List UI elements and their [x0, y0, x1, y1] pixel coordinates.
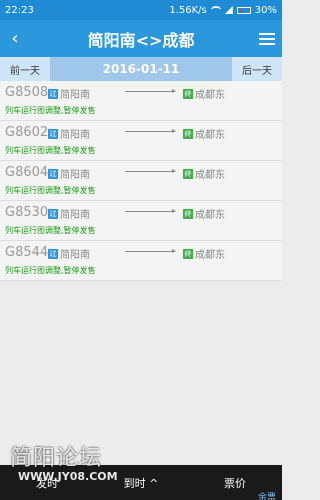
battery-icon [236, 6, 251, 14]
pass-badge: 过 [48, 168, 58, 179]
pass-badge: 过 [48, 208, 58, 219]
battery-percent: 30% [254, 4, 277, 16]
page-title: 简阳南<>成都 [87, 30, 195, 50]
status-bar: 22:23 1.56K/s 30% [0, 0, 282, 20]
from-station-name: 简阳南 [60, 250, 90, 261]
pass-badge: 过 [48, 128, 58, 139]
arrow-icon [125, 209, 176, 213]
from-station: 过 简阳南 [48, 86, 90, 101]
terminal-badge: 终 [183, 168, 193, 179]
next-day-button[interactable]: 后一天 [232, 57, 282, 81]
sale-notice: 列车运行图调整,暂停发售 [5, 266, 96, 275]
to-station: 终 成都东 [183, 246, 225, 261]
sale-notice: 列车运行图调整,暂停发售 [5, 226, 96, 235]
from-station-name: 简阳南 [60, 210, 90, 221]
to-station-name: 成都东 [195, 130, 225, 141]
terminal-badge: 终 [183, 88, 193, 99]
to-station-name: 成都东 [195, 170, 225, 181]
to-station: 终 成都东 [183, 86, 225, 101]
prev-day-button[interactable]: 前一天 [0, 57, 50, 81]
from-station-name: 简阳南 [60, 170, 90, 181]
arrow-icon [125, 89, 176, 93]
price-label: 票价 [224, 476, 246, 490]
terminal-badge: 终 [183, 128, 193, 139]
train-row[interactable]: G8544 过 简阳南 终 成都东 列车运行图调整,暂停发售 [0, 241, 282, 281]
from-station: 过 简阳南 [48, 126, 90, 141]
to-station-name: 成都东 [195, 250, 225, 261]
terminal-badge: 终 [183, 248, 193, 259]
terminal-badge: 终 [183, 208, 193, 219]
to-station-name: 成都东 [195, 90, 225, 101]
arrow-icon [125, 169, 176, 173]
status-time: 22:23 [5, 4, 34, 16]
train-code: G8604 [5, 165, 49, 180]
train-code: G8602 [5, 125, 49, 140]
current-date[interactable]: 2016-01-11 [50, 57, 232, 81]
remaining-label: 余票 [257, 492, 276, 500]
train-row[interactable]: G8530 过 简阳南 终 成都东 列车运行图调整,暂停发售 [0, 201, 282, 241]
watermark-url: WWW.JY08.COM [18, 470, 118, 483]
title-bar: ‹ 简阳南<>成都 [0, 20, 282, 57]
sort-price-button[interactable]: 票价 余票 [188, 475, 282, 500]
arrow-icon [125, 249, 176, 253]
train-list: G8508 过 简阳南 终 成都东 列车运行图调整,暂停发售 G8602 过 简… [0, 81, 282, 281]
sale-notice: 列车运行图调整,暂停发售 [5, 146, 96, 155]
to-station-name: 成都东 [195, 210, 225, 221]
train-row[interactable]: G8604 过 简阳南 终 成都东 列车运行图调整,暂停发售 [0, 161, 282, 201]
sale-notice: 列车运行图调整,暂停发售 [5, 106, 96, 115]
pass-badge: 过 [48, 248, 58, 259]
to-station: 终 成都东 [183, 126, 225, 141]
network-speed: 1.56K/s [169, 4, 207, 16]
train-code: G8530 [5, 205, 49, 220]
from-station: 过 简阳南 [48, 206, 90, 221]
watermark-text: 简阳论坛 [10, 446, 103, 471]
from-station-name: 简阳南 [60, 90, 90, 101]
pass-badge: 过 [48, 88, 58, 99]
to-station: 终 成都东 [183, 206, 225, 221]
sale-notice: 列车运行图调整,暂停发售 [5, 186, 96, 195]
from-station: 过 简阳南 [48, 166, 90, 181]
to-station: 终 成都东 [183, 166, 225, 181]
arrow-icon [125, 129, 176, 133]
date-bar: 前一天 2016-01-11 后一天 [0, 57, 282, 81]
train-row[interactable]: G8602 过 简阳南 终 成都东 列车运行图调整,暂停发售 [0, 121, 282, 161]
train-row[interactable]: G8508 过 简阳南 终 成都东 列车运行图调整,暂停发售 [0, 81, 282, 121]
back-icon[interactable]: ‹ [0, 28, 30, 49]
train-code: G8544 [5, 245, 49, 260]
train-code: G8508 [5, 85, 49, 100]
from-station: 过 简阳南 [48, 246, 90, 261]
menu-icon[interactable] [252, 32, 282, 45]
signal-icon [224, 6, 233, 14]
wifi-icon [210, 6, 221, 14]
from-station-name: 简阳南 [60, 130, 90, 141]
